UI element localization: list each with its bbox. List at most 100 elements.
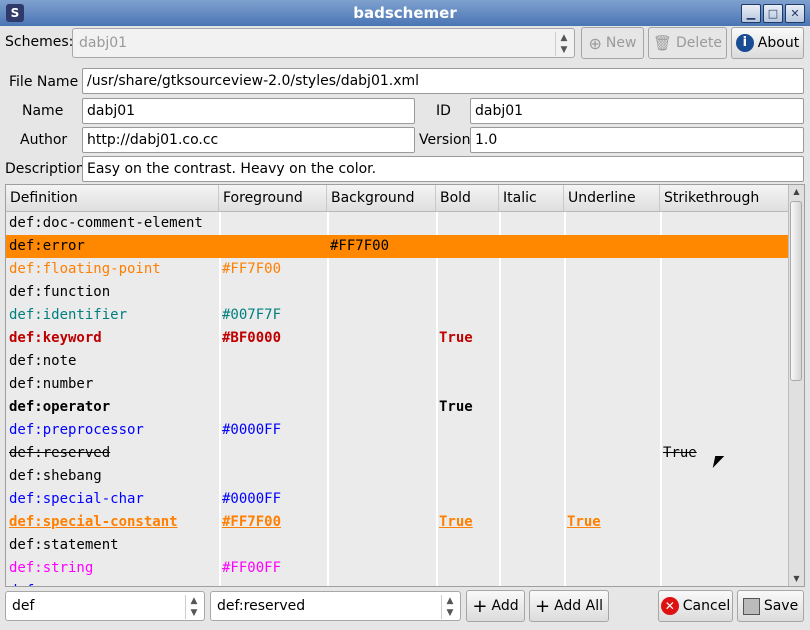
table-row[interactable]: def:function [6, 281, 791, 304]
table-cell-italic [499, 442, 564, 465]
table-cell-bg [327, 373, 436, 396]
table-cell-fg [219, 534, 327, 557]
vertical-scrollbar[interactable]: ▲ ▼ [788, 185, 804, 586]
table-cell-italic [499, 281, 564, 304]
add-button[interactable]: + Add [466, 590, 525, 622]
col-header-foreground[interactable]: Foreground [219, 185, 327, 211]
col-header-definition[interactable]: Definition [6, 185, 219, 211]
file-name-field[interactable]: /usr/share/gtksourceview-2.0/styles/dabj… [82, 68, 804, 94]
table-cell-strike [660, 212, 791, 235]
scheme-selected: dabj01 [79, 35, 128, 51]
table-cell-fg: #0000FF [222, 491, 282, 507]
table-row[interactable]: def:operator True [6, 396, 791, 419]
scheme-combo[interactable]: dabj01 ▲ ▼ [72, 28, 575, 58]
table-cell-fg: #FF7F00 [222, 261, 282, 277]
version-field[interactable]: 1.0 [470, 127, 804, 153]
col-header-background[interactable]: Background [327, 185, 436, 211]
about-button[interactable]: i About [731, 27, 804, 59]
new-button[interactable]: ⊕ New [581, 27, 644, 59]
new-icon: ⊕ [588, 33, 602, 53]
table-cell-bg [327, 304, 436, 327]
table-cell-fg [219, 396, 327, 419]
table-cell-underline [564, 350, 660, 373]
table-cell-strike [660, 258, 791, 281]
id-field[interactable]: dabj01 [470, 98, 804, 124]
table-row[interactable]: def:preprocessor #0000FF [6, 419, 791, 442]
table-row[interactable]: def:identifier #007F7F [6, 304, 791, 327]
table-cell-fg [219, 235, 327, 258]
table-cell-strike [660, 557, 791, 580]
table-cell-strike: True [663, 445, 697, 461]
table-row[interactable]: def:shebang [6, 465, 791, 488]
table-cell-bg [327, 557, 436, 580]
table-cell-bold [436, 212, 499, 235]
table-cell-underline [564, 212, 660, 235]
table-cell-bg [327, 327, 436, 350]
table-cell-fg [219, 212, 327, 235]
table-row[interactable]: def:special-char #0000FF [6, 488, 791, 511]
table-cell-underline [564, 419, 660, 442]
table-cell-bg [327, 534, 436, 557]
table-row[interactable]: def:reserved True [6, 442, 791, 465]
minimize-icon[interactable]: ▁ [741, 4, 761, 23]
definitions-table[interactable]: Definition Foreground Background Bold It… [5, 184, 805, 587]
table-row[interactable]: def:doc-comment-element [6, 212, 791, 235]
table-cell-strike [660, 580, 791, 586]
cancel-button[interactable]: ✕ Cancel [658, 590, 733, 622]
table-row[interactable]: def:special-constant #FF7F00 True True [6, 511, 791, 534]
title-bar: S badschemer ▁ □ ✕ [0, 0, 810, 26]
table-cell-bg [327, 350, 436, 373]
col-header-underline[interactable]: Underline [564, 185, 660, 211]
scroll-up-icon[interactable]: ▲ [789, 185, 804, 199]
description-field[interactable]: Easy on the contrast. Heavy on the color… [82, 156, 804, 182]
table-cell-bg [327, 580, 436, 586]
file-name-label: File Name [9, 74, 79, 90]
add-all-button[interactable]: + Add All [529, 590, 609, 622]
table-cell-def: def:floating-point [9, 261, 161, 277]
table-row[interactable]: def:floating-point #FF7F00 [6, 258, 791, 281]
table-cell-underline [564, 465, 660, 488]
table-row[interactable]: def:keyword #BF0000 True [6, 327, 791, 350]
table-row[interactable]: def:statement [6, 534, 791, 557]
cancel-label: Cancel [682, 598, 731, 614]
table-row[interactable]: def:number [6, 373, 791, 396]
table-cell-underline [564, 235, 660, 258]
table-cell-strike [660, 373, 791, 396]
table-cell-bold [436, 281, 499, 304]
table-cell-italic [499, 304, 564, 327]
col-header-bold[interactable]: Bold [436, 185, 499, 211]
table-cell-strike [660, 350, 791, 373]
scroll-thumb[interactable] [790, 201, 802, 381]
delete-button[interactable]: 🗑 Delete [648, 27, 727, 59]
table-cell-italic [499, 350, 564, 373]
table-cell-bold [436, 304, 499, 327]
save-button[interactable]: Save [737, 590, 804, 622]
table-header: Definition Foreground Background Bold It… [6, 185, 791, 212]
table-row[interactable]: def:string #FF00FF [6, 557, 791, 580]
table-row[interactable]: def: [6, 580, 791, 586]
col-header-italic[interactable]: Italic [499, 185, 564, 211]
author-field[interactable]: http://dabj01.co.cc [82, 127, 415, 153]
table-row[interactable]: def:error #FF7F00 [6, 235, 791, 258]
name-field[interactable]: dabj01 [82, 98, 415, 124]
col-header-strikethrough[interactable]: Strikethrough [660, 185, 791, 211]
prefix-combo[interactable]: def ▲ ▼ [5, 591, 205, 621]
table-cell-bold [436, 557, 499, 580]
table-cell-underline [564, 557, 660, 580]
table-cell-bg [327, 442, 436, 465]
table-cell-underline [564, 488, 660, 511]
close-icon[interactable]: ✕ [785, 4, 805, 23]
table-cell-strike [660, 511, 791, 534]
table-cell-italic [499, 419, 564, 442]
table-cell-bold [436, 488, 499, 511]
scroll-down-icon[interactable]: ▼ [789, 572, 804, 586]
definition-value: def:reserved [217, 598, 306, 614]
table-row[interactable]: def:note [6, 350, 791, 373]
table-cell-strike [660, 235, 791, 258]
table-cell-italic [499, 396, 564, 419]
table-cell-bold [436, 580, 499, 586]
table-cell-underline [564, 373, 660, 396]
definition-combo[interactable]: def:reserved ▲ ▼ [210, 591, 461, 621]
table-cell-def: def:operator [9, 399, 111, 415]
maximize-icon[interactable]: □ [763, 4, 783, 23]
